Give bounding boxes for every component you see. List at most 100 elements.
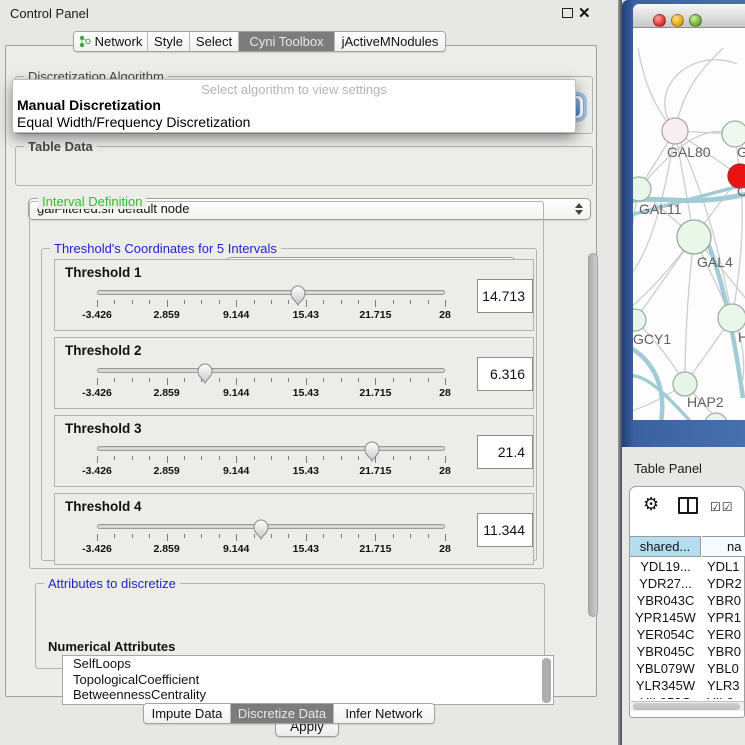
tab-discretize-data[interactable]: Discretize Data — [231, 704, 334, 723]
network-node-gal11[interactable] — [633, 177, 651, 201]
zoom-traffic-light[interactable] — [689, 14, 702, 27]
table-cell[interactable]: YBL079W — [630, 660, 701, 677]
scrollbar-thumb[interactable] — [633, 703, 740, 710]
menu-item-manual-discretization[interactable]: Manual Discretization — [17, 97, 161, 113]
split-columns-icon[interactable] — [678, 497, 698, 514]
threshold-row: Threshold 2-3.4262.8599.14415.4321.71528… — [54, 337, 534, 409]
table-cell[interactable]: YER054C — [630, 626, 701, 643]
table-cell[interactable]: YBR045C — [630, 643, 701, 660]
network-graph: GAL80GACGAL11GAL4GCY1HHAP2 — [633, 28, 745, 420]
table-row[interactable]: YBR045C YBR0 — [630, 643, 745, 660]
group-title: Interval Definition — [38, 195, 146, 209]
threshold-value-field[interactable]: 21.4 — [477, 435, 533, 469]
network-node-gal80[interactable] — [662, 118, 688, 144]
float-panel-icon[interactable] — [562, 8, 573, 18]
tick-label: -3.426 — [82, 465, 112, 477]
tick-label: 28 — [439, 387, 451, 399]
threshold-value-field[interactable]: 11.344 — [477, 513, 533, 547]
network-node-gcy1[interactable] — [633, 309, 646, 331]
table-cell[interactable]: YBR043C — [630, 592, 701, 609]
numerical-attributes-label: Numerical Attributes — [48, 639, 175, 654]
slider-thumb[interactable] — [252, 518, 270, 540]
tick-label: 21.715 — [359, 387, 391, 399]
tick-label: 21.715 — [359, 543, 391, 555]
list-item[interactable]: BetweennessCentrality — [63, 687, 553, 703]
network-window-titlebar[interactable] — [633, 4, 745, 28]
tick-label: 28 — [439, 309, 451, 321]
table-row[interactable]: YDR27... YDR2 — [630, 575, 745, 592]
slider-track[interactable] — [97, 290, 445, 295]
tab-select[interactable]: Select — [190, 32, 239, 51]
table-cell[interactable]: YIL0 — [707, 694, 745, 699]
table-horizontal-scrollbar[interactable] — [631, 701, 744, 711]
table-cell[interactable]: YER0 — [707, 626, 745, 643]
node-label: H — [738, 329, 745, 345]
table-cell[interactable]: YPR1 — [707, 609, 745, 626]
table-row[interactable]: YLR345W YLR3 — [630, 677, 745, 694]
tab-cyni-toolbox[interactable]: Cyni Toolbox — [239, 32, 335, 51]
tick-label: 9.144 — [223, 309, 249, 321]
table-row[interactable]: YBL079W YBL0 — [630, 660, 745, 677]
list-item[interactable]: SelfLoops — [63, 656, 553, 672]
column-header-shared-name[interactable]: shared... — [630, 536, 701, 557]
tick-label: 28 — [439, 543, 451, 555]
tick-label: 15.43 — [293, 309, 319, 321]
close-icon[interactable]: ✕ — [578, 4, 591, 22]
table-cell[interactable]: YDR27... — [630, 575, 701, 592]
table-cell[interactable]: YDL1 — [707, 558, 745, 575]
tab-network[interactable]: Network — [74, 32, 148, 51]
table-cell[interactable]: YDL19... — [630, 558, 701, 575]
table-row[interactable]: YER054C YER0 — [630, 626, 745, 643]
tab-label: Infer Network — [345, 706, 422, 721]
network-canvas[interactable]: GAL80GACGAL11GAL4GCY1HHAP2 — [633, 28, 745, 420]
list-item[interactable]: TopologicalCoefficient — [63, 672, 553, 688]
attributes-list[interactable]: SelfLoopsTopologicalCoefficientBetweenne… — [62, 655, 554, 705]
tab-impute-data[interactable]: Impute Data — [144, 704, 231, 723]
table-cell[interactable]: YLR345W — [630, 677, 701, 694]
tab-jactivemnodules[interactable]: jActiveMNodules — [335, 32, 445, 51]
slider-thumb[interactable] — [289, 284, 307, 306]
gear-icon[interactable]: ⚙ — [643, 494, 659, 515]
tab-label: Network — [95, 34, 143, 49]
group-title: Attributes to discretize — [44, 577, 180, 591]
slider-track[interactable] — [97, 446, 445, 451]
close-traffic-light[interactable] — [653, 14, 666, 27]
threshold-row: Threshold 4-3.4262.8599.14415.4321.71528… — [54, 493, 534, 565]
table-cell[interactable]: YIL052C — [630, 694, 701, 699]
network-edge[interactable] — [685, 237, 694, 384]
tab-label: jActiveMNodules — [342, 34, 439, 49]
select-columns-icon[interactable]: ☑☑ — [710, 500, 734, 514]
slider-thumb[interactable] — [196, 362, 214, 384]
table-row[interactable]: YIL052C YIL0 — [630, 694, 745, 699]
column-header-name[interactable]: na — [702, 536, 745, 557]
node-label: GA — [737, 144, 745, 160]
table-cell[interactable]: YBR0 — [707, 592, 745, 609]
table-cell[interactable]: YLR3 — [707, 677, 745, 694]
threshold-label: Threshold 2 — [65, 343, 142, 358]
threshold-value-field[interactable]: 14.713 — [477, 279, 533, 313]
table-row[interactable]: YBR043C YBR0 — [630, 592, 745, 609]
network-node-hap2[interactable] — [673, 372, 697, 396]
table-row[interactable]: YPR145W YPR1 — [630, 609, 745, 626]
slider-thumb[interactable] — [363, 440, 381, 462]
tick-label: 15.43 — [293, 387, 319, 399]
network-node-gal4[interactable] — [677, 220, 711, 254]
threshold-value-field[interactable]: 6.316 — [477, 357, 533, 391]
slider-track[interactable] — [97, 368, 445, 373]
slider-track[interactable] — [97, 524, 445, 529]
network-node[interactable] — [705, 413, 727, 420]
table-cell[interactable]: YBL0 — [707, 660, 745, 677]
table-cell[interactable]: YPR145W — [630, 609, 701, 626]
list-scrollbar[interactable] — [542, 658, 551, 703]
menu-item-equal-width-frequency-discretization[interactable]: Equal Width/Frequency Discretization — [17, 114, 250, 130]
network-edge[interactable] — [675, 48, 723, 131]
tab-infer-network[interactable]: Infer Network — [334, 704, 434, 723]
network-node-h[interactable] — [718, 304, 745, 332]
tab-style[interactable]: Style — [148, 32, 190, 51]
minimize-traffic-light[interactable] — [671, 14, 684, 27]
table-row[interactable]: YDL19... YDL1 — [630, 558, 745, 575]
panel-scrollbar[interactable] — [588, 253, 598, 617]
node-label: GAL80 — [667, 144, 711, 160]
table-cell[interactable]: YBR0 — [707, 643, 745, 660]
table-cell[interactable]: YDR2 — [707, 575, 745, 592]
